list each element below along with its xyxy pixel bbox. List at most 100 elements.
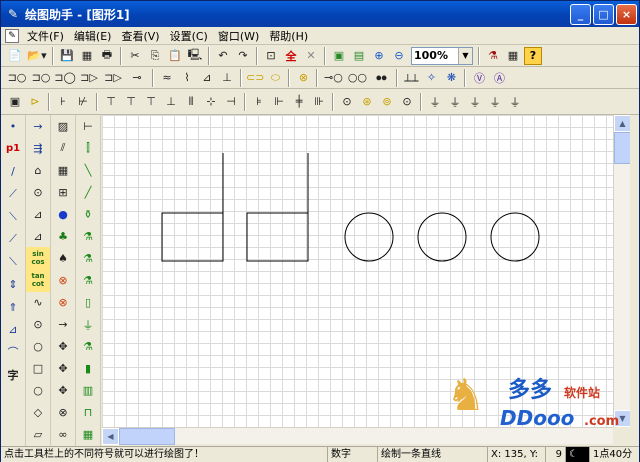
zoom-select[interactable]: 100% ▼ <box>411 46 473 65</box>
delete-icon[interactable]: ✕ <box>302 47 320 65</box>
parallelogram-icon[interactable]: ▱ <box>26 424 50 446</box>
fet-icon[interactable]: ⊤ <box>102 93 120 111</box>
diamond-icon[interactable]: ◇ <box>26 402 50 424</box>
circle-shape-1[interactable] <box>344 212 394 262</box>
funnel-icon[interactable]: ⏚ <box>76 314 100 336</box>
close-button[interactable]: × <box>616 3 637 25</box>
menu-view[interactable]: 查看(V) <box>116 28 164 44</box>
infinity-icon[interactable]: ∞ <box>51 424 75 446</box>
clamp-icon[interactable]: ⊢ <box>76 115 100 137</box>
voltmeter-icon[interactable]: Ⓥ <box>470 69 488 87</box>
grid-icon[interactable]: ▦ <box>78 47 96 65</box>
circle-icon[interactable]: ○ <box>26 380 50 402</box>
ground-d-icon[interactable]: ⏚ <box>486 93 504 111</box>
cap-b-icon[interactable]: ⊩ <box>270 93 288 111</box>
point-label-icon[interactable]: p1 <box>1 138 25 161</box>
amplifier-icon[interactable]: ⊳ <box>26 93 44 111</box>
pipe-icon[interactable]: ╱ <box>76 181 100 203</box>
ground-c-icon[interactable]: ⏚ <box>466 93 484 111</box>
ground-a-icon[interactable]: ⏚ <box>426 93 444 111</box>
crystal-icon[interactable]: ⫴ <box>182 93 200 111</box>
menu-edit[interactable]: 编辑(E) <box>69 28 117 44</box>
menu-window[interactable]: 窗口(W) <box>213 28 264 44</box>
cart-body-icon[interactable]: ⊞ <box>51 181 75 203</box>
copy-icon[interactable]: ⎘ <box>146 47 164 65</box>
cap-c-icon[interactable]: ╪ <box>290 93 308 111</box>
fet-4-icon[interactable]: ⊥ <box>162 93 180 111</box>
undo-icon[interactable]: ↶ <box>214 47 232 65</box>
horizontal-scroll-thumb[interactable] <box>119 428 175 445</box>
arrow-icon[interactable]: → <box>26 115 50 137</box>
rack-icon[interactable]: ▦ <box>76 424 100 446</box>
circle-shape-3[interactable] <box>490 212 540 262</box>
ground-icon[interactable]: ⊥ <box>218 69 236 87</box>
maximize-button[interactable]: □ <box>593 3 614 25</box>
grid-toggle-icon[interactable]: ▦ <box>504 47 522 65</box>
probe-icon[interactable]: ⊙ <box>398 93 416 111</box>
transistor-pnp-icon[interactable]: ⊬ <box>74 93 92 111</box>
ground-e-icon[interactable]: ⏚ <box>506 93 524 111</box>
scroll-left-icon[interactable]: ◀ <box>102 428 119 445</box>
cylinder-icon[interactable]: ▮ <box>76 358 100 380</box>
text-icon[interactable]: 字 <box>1 364 25 387</box>
stand-icon[interactable]: ♣ <box>51 225 75 247</box>
contact-icon[interactable]: ○○ <box>346 69 368 87</box>
signal-source-icon[interactable]: ⊚ <box>378 93 396 111</box>
circle-shape-2[interactable] <box>417 212 467 262</box>
line-icon[interactable]: / <box>1 160 25 183</box>
fuse-icon[interactable]: ⊂⊃ <box>246 69 264 87</box>
ball-icon[interactable]: ● <box>51 203 75 225</box>
weight-icon[interactable]: ♠ <box>51 247 75 269</box>
select-icon[interactable]: ⊡ <box>262 47 280 65</box>
or-gate-icon[interactable]: ⊐◯ <box>54 69 76 87</box>
ray-icon[interactable]: ⟋ <box>1 228 25 251</box>
glass-rod-icon[interactable]: ╲ <box>76 159 100 181</box>
cross-arrows-icon[interactable]: ✥ <box>51 336 75 358</box>
not-gate-icon[interactable]: ⊐▷ <box>102 69 124 87</box>
target-icon[interactable]: ⊙ <box>26 314 50 336</box>
rectangle-icon[interactable]: □ <box>26 358 50 380</box>
rectangle-shape-1[interactable] <box>161 212 224 262</box>
segment-icon[interactable]: ⟋ <box>1 183 25 206</box>
jar-icon[interactable]: ▥ <box>76 380 100 402</box>
cross-arrows-3-icon[interactable]: ✥ <box>51 380 75 402</box>
spring-icon[interactable]: ⫽ <box>51 137 75 159</box>
scroll-up-icon[interactable]: ▲ <box>614 115 631 132</box>
flask-icon[interactable]: ⚱ <box>76 203 100 225</box>
cart-icon[interactable]: ⌂ <box>26 159 50 181</box>
print-icon[interactable]: 🖶 <box>98 47 116 65</box>
ellipse-icon[interactable]: ○ <box>26 336 50 358</box>
segment-down-icon[interactable]: ⟍ <box>1 205 25 228</box>
angle-icon[interactable]: ⊿ <box>1 318 25 341</box>
tube-icon[interactable]: ⫿ <box>76 137 100 159</box>
coil-icon[interactable]: ⌇ <box>178 69 196 87</box>
multi-arrow-icon[interactable]: ⇶ <box>26 137 50 159</box>
lamp-icon[interactable]: ⊗ <box>294 69 312 87</box>
wave-icon[interactable]: ∿ <box>26 292 50 314</box>
right-triangle-icon[interactable]: ⊿ <box>26 225 50 247</box>
up-arrow-icon[interactable]: ⇑ <box>1 296 25 319</box>
ac-source-icon[interactable]: ≈ <box>158 69 176 87</box>
cap-a-icon[interactable]: ⊧ <box>250 93 268 111</box>
fet-2-icon[interactable]: ⊤ <box>122 93 140 111</box>
redo-icon[interactable]: ↷ <box>234 47 252 65</box>
terminal-icon[interactable]: ⦁⦁ <box>370 69 392 87</box>
separatory-funnel-icon[interactable]: ⚗ <box>76 336 100 358</box>
menu-file[interactable]: 文件(F) <box>22 28 69 44</box>
help-icon[interactable]: ? <box>524 46 542 65</box>
open-file-icon[interactable]: 📂▾ <box>26 47 48 65</box>
transistor-npn-icon[interactable]: ⊦ <box>54 93 72 111</box>
menu-help[interactable]: 帮助(H) <box>264 28 313 44</box>
round-flask-icon[interactable]: ⚗ <box>76 225 100 247</box>
document-icon[interactable]: ✎ <box>5 28 19 43</box>
capacitor-icon[interactable]: ⟂⟂ <box>402 69 420 87</box>
menu-settings[interactable]: 设置(C) <box>165 28 213 44</box>
paste-icon[interactable]: 📋 <box>166 47 184 65</box>
and-gate-icon[interactable]: ⊐○ <box>6 69 28 87</box>
switch-icon[interactable]: ⊸○ <box>322 69 344 87</box>
hatch-icon[interactable]: ▨ <box>51 115 75 137</box>
vertical-scroll-thumb[interactable] <box>614 132 631 164</box>
dot-icon[interactable]: • <box>1 115 25 138</box>
chevron-down-icon[interactable]: ▼ <box>458 47 472 64</box>
arc-icon[interactable]: ⌒ <box>1 341 25 364</box>
